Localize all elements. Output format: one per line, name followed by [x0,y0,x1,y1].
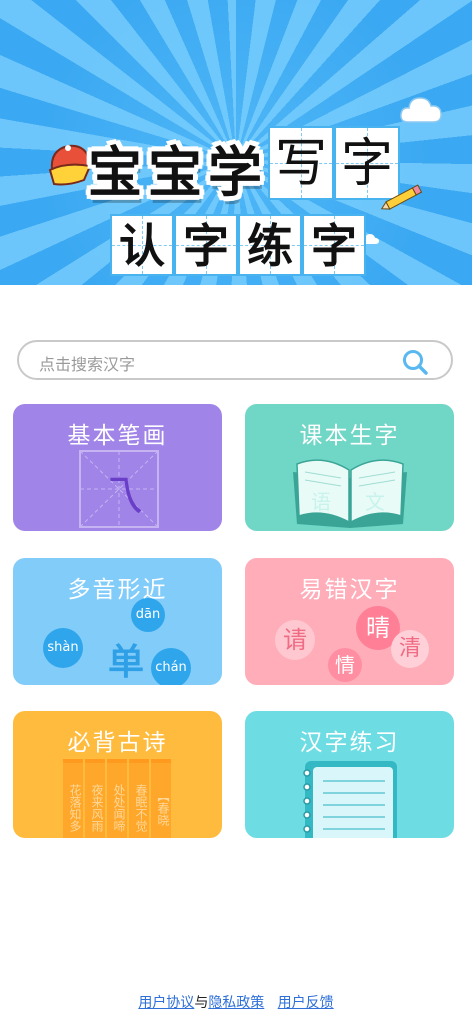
confusable-char: 清 [391,630,429,668]
pinyin-badge: shàn [43,628,83,668]
banner-grid-char: 字 [334,126,400,200]
card-polyphone-similar[interactable]: 多音形近 dān shàn chán 单 [13,558,222,685]
card-title: 课本生字 [299,423,400,449]
search-placeholder: 点击搜索汉字 [39,355,136,374]
cloud-icon [400,97,442,123]
banner-title-part1: 宝 宝 学 [86,138,264,208]
footer-links: 用户协议与隐私政策 用户反馈 [0,992,472,1012]
user-agreement-link[interactable]: 用户协议 [138,995,194,1011]
banner-grid-char: 字 [302,214,366,276]
card-title: 易错汉字 [299,577,400,603]
banner-char: 宝 [148,141,202,204]
poem-column: 【春晓 [151,759,171,838]
card-textbook-chars[interactable]: 课本生字 语 文 [245,404,454,531]
book-right-char: 文 [365,490,385,514]
stroke-char: 乁 [99,471,143,522]
scroll-icon: 花落知多 夜来风雨 处处闻啼 春眠不觉 【春晓 [63,759,171,838]
confusable-char: 情 [328,648,362,682]
poem-column: 处处闻啼 [107,759,127,838]
pinyin-badge: dān [131,598,165,632]
footer-and: 与 [194,995,209,1011]
card-title: 必背古诗 [67,730,168,756]
search-icon[interactable] [401,348,429,376]
banner-grid-char: 写 [268,126,334,200]
search-bar[interactable]: 点击搜索汉字 [17,340,453,380]
user-feedback-link[interactable]: 用户反馈 [278,995,334,1011]
poem-column: 花落知多 [63,759,83,838]
banner-grid-char: 练 [238,214,302,276]
textbook-icon [293,459,407,528]
card-char-practice[interactable]: 汉字练习 [245,711,454,838]
banner-grid-char: 认 [110,214,174,276]
card-basic-strokes[interactable]: 基本笔画 乁 [13,404,222,531]
banner-char: 学 [208,141,262,204]
app-banner: 宝 宝 学 写 字 认 字 练 字 [0,0,472,285]
poem-column: 春眠不觉 [129,759,149,838]
poem-column: 夜来风雨 [85,759,105,838]
notebook-icon [303,761,397,838]
card-title: 基本笔画 [67,423,168,449]
card-title: 多音形近 [67,577,168,603]
book-left-char: 语 [311,490,331,514]
pinyin-badge: chán [151,648,191,685]
polyphone-char: 单 [108,642,145,683]
banner-char: 宝 [88,141,142,204]
banner-title-part3: 认 字 练 字 [110,214,366,276]
card-classic-poems[interactable]: 必背古诗 花落知多 夜来风雨 处处闻啼 春眠不觉 【春晓 [13,711,222,838]
banner-grid-char: 字 [174,214,238,276]
card-title: 汉字练习 [299,730,400,756]
card-error-prone-chars[interactable]: 易错汉字 请 晴 情 清 [245,558,454,685]
confusable-char: 请 [275,620,315,660]
privacy-policy-link[interactable]: 隐私政策 [208,995,264,1011]
banner-title-part2: 写 字 [268,126,400,200]
